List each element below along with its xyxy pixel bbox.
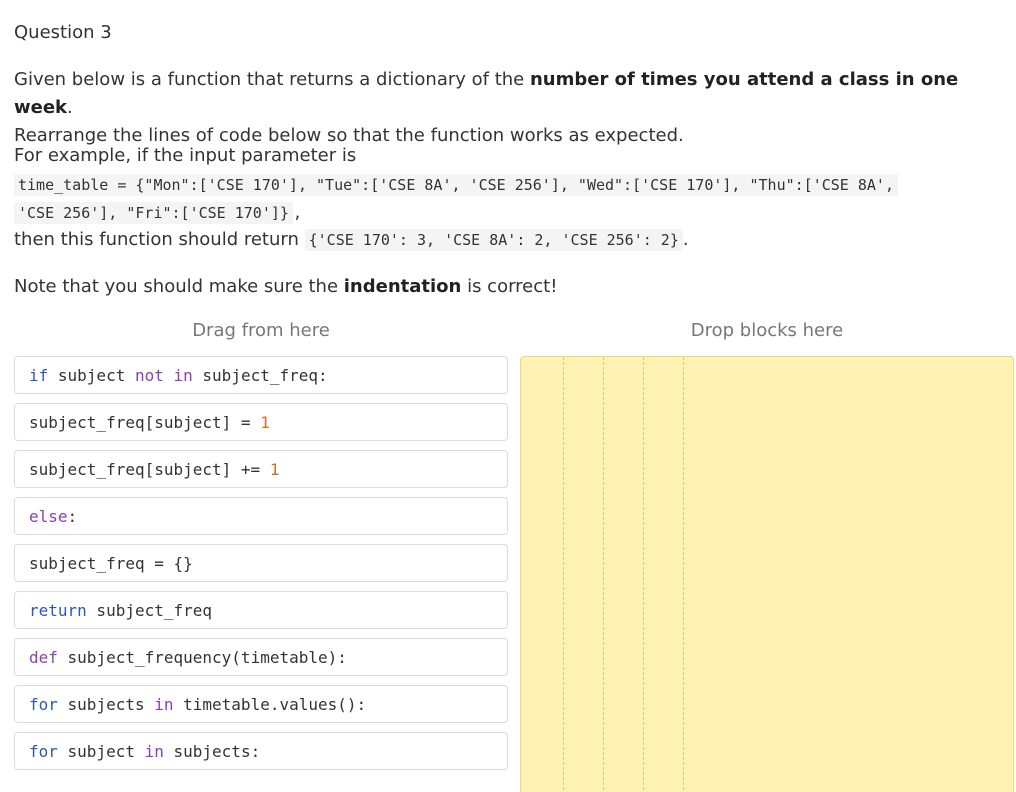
- code-token: subject: [48, 366, 135, 385]
- expected-output: then this function should return {'CSE 1…: [14, 226, 689, 254]
- block-increment[interactable]: subject_freq[subject] += 1: [14, 450, 508, 488]
- block-init-dict[interactable]: subject_freq = {}: [14, 544, 508, 582]
- question-description: Given below is a function that returns a…: [14, 66, 1016, 150]
- code-token: subjects:: [164, 742, 260, 761]
- example-code-suffix: ,: [293, 204, 302, 222]
- drag-source-area[interactable]: if subject not in subject_freq:subject_f…: [14, 356, 508, 779]
- drop-target-area[interactable]: [520, 356, 1014, 792]
- code-token: not: [135, 366, 164, 385]
- desc-period: .: [67, 97, 73, 118]
- note-bold: indentation: [344, 276, 462, 297]
- code-token: else: [29, 507, 68, 526]
- expected-output-code: {'CSE 170': 3, 'CSE 8A': 2, 'CSE 256': 2…: [305, 229, 683, 251]
- expected-prefix: then this function should return: [14, 229, 305, 250]
- indent-guide: [563, 357, 564, 792]
- code-token: for: [29, 742, 58, 761]
- question-title: Question 3: [14, 22, 112, 43]
- indent-guide: [683, 357, 684, 792]
- indentation-note: Note that you should make sure the inden…: [14, 273, 557, 301]
- block-return[interactable]: return subject_freq: [14, 591, 508, 629]
- block-for-subject[interactable]: for subject in subjects:: [14, 732, 508, 770]
- code-token: 1: [270, 460, 280, 479]
- code-token: in: [174, 366, 193, 385]
- code-token: subject_freq = {}: [29, 554, 193, 573]
- block-for-subjects[interactable]: for subjects in timetable.values():: [14, 685, 508, 723]
- code-token: subject_frequency(timetable):: [58, 648, 347, 667]
- block-assign-one[interactable]: subject_freq[subject] = 1: [14, 403, 508, 441]
- code-token: for: [29, 695, 58, 714]
- code-token: in: [145, 742, 164, 761]
- drag-header: Drag from here: [14, 320, 508, 341]
- code-token: subject: [58, 742, 145, 761]
- question-page: Question 3 Given below is a function tha…: [0, 0, 1016, 792]
- code-token: in: [154, 695, 173, 714]
- code-token: timetable.values():: [174, 695, 367, 714]
- code-token: :: [68, 507, 78, 526]
- code-token: return: [29, 601, 87, 620]
- block-if-not-in[interactable]: if subject not in subject_freq:: [14, 356, 508, 394]
- code-token: subject_freq[subject] +=: [29, 460, 270, 479]
- example-input-code: time_table = {"Mon":['CSE 170'], "Tue":[…: [14, 171, 1010, 227]
- code-token: def: [29, 648, 58, 667]
- code-token: subjects: [58, 695, 154, 714]
- code-token: if: [29, 366, 48, 385]
- block-def[interactable]: def subject_frequency(timetable):: [14, 638, 508, 676]
- example-intro: For example, if the input parameter is: [14, 142, 356, 170]
- code-token: subject_freq[subject] =: [29, 413, 260, 432]
- code-token: subject_freq: [87, 601, 212, 620]
- note-end: is correct!: [461, 276, 557, 297]
- example-code-line1: time_table = {"Mon":['CSE 170'], "Tue":[…: [14, 174, 898, 196]
- block-else[interactable]: else:: [14, 497, 508, 535]
- code-token: [164, 366, 174, 385]
- indent-guide: [603, 357, 604, 792]
- code-token: 1: [260, 413, 270, 432]
- note-text: Note that you should make sure the: [14, 276, 344, 297]
- example-code-line2: 'CSE 256'], "Fri":['CSE 170']}: [14, 202, 293, 224]
- indent-guide: [643, 357, 644, 792]
- expected-suffix: .: [683, 229, 689, 250]
- code-token: subject_freq:: [193, 366, 328, 385]
- desc-text: Given below is a function that returns a…: [14, 69, 530, 90]
- drop-header: Drop blocks here: [520, 320, 1014, 341]
